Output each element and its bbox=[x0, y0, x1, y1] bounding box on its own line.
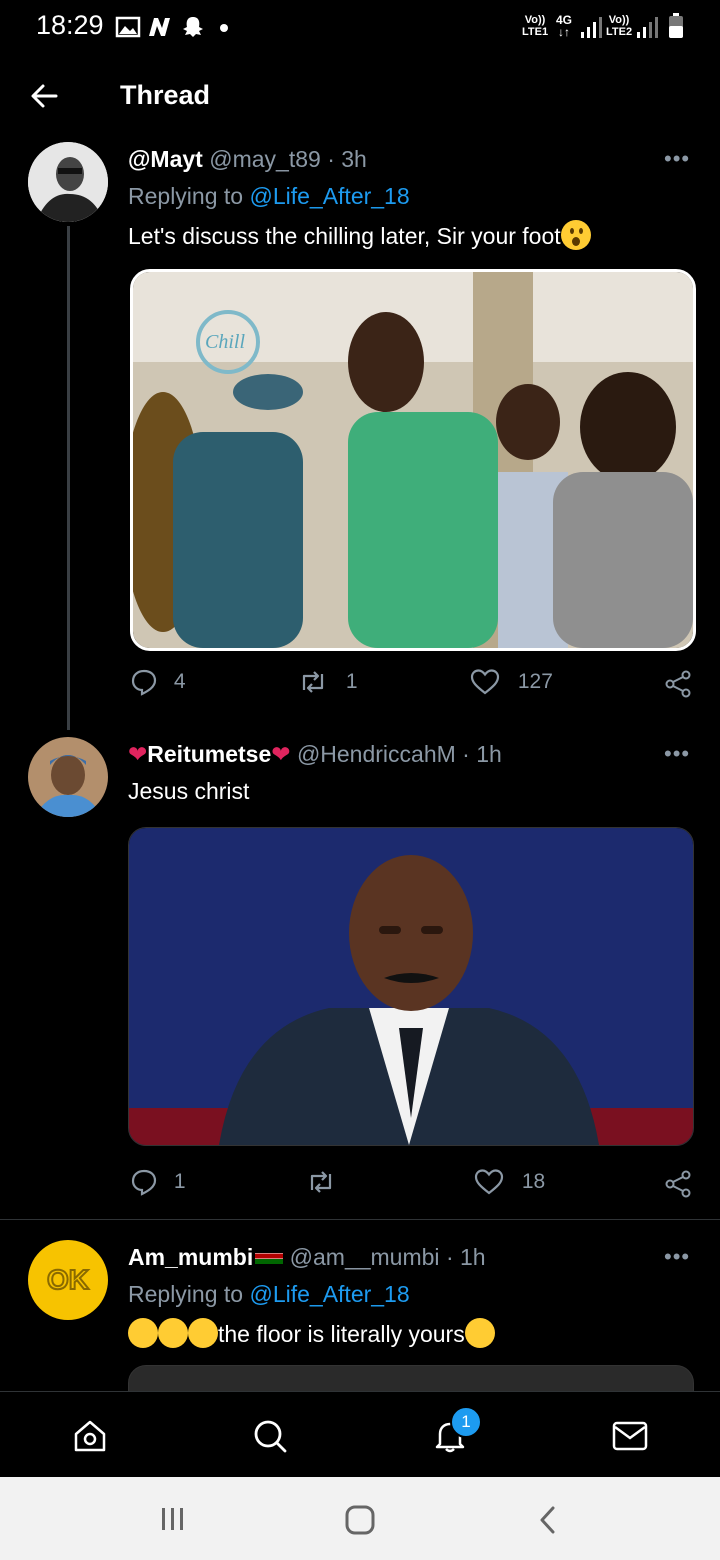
like-button[interactable]: 18 bbox=[474, 1168, 545, 1196]
n-app-icon bbox=[149, 18, 170, 36]
heart-icon bbox=[470, 669, 500, 695]
tweet-header: Am_mumbi @am__mumbi · 1h bbox=[128, 1244, 486, 1270]
reply-icon bbox=[131, 669, 157, 696]
like-button[interactable]: 127 bbox=[470, 668, 553, 696]
handle[interactable]: @HendriccahM bbox=[297, 741, 456, 767]
network-indicator: 4G ↓↑ bbox=[556, 13, 573, 39]
timestamp[interactable]: 3h bbox=[341, 146, 367, 172]
avatar[interactable]: OK bbox=[28, 1240, 108, 1320]
status-bar: 18:29 Vo)) LTE1 4G ↓↑ Vo)) LTE2 bbox=[0, 0, 720, 56]
divider bbox=[0, 1219, 720, 1220]
sim2-indicator: Vo)) LTE2 bbox=[606, 14, 633, 38]
replying-to-link[interactable]: @Life_After_18 bbox=[249, 1281, 409, 1307]
tweet-text: the floor is literally yours bbox=[128, 1318, 495, 1348]
heart-icon bbox=[474, 1169, 504, 1195]
display-name[interactable]: Am_mumbi bbox=[128, 1244, 253, 1270]
tweet-text: Let's discuss the chilling later, Sir yo… bbox=[128, 220, 591, 250]
display-name[interactable]: @Mayt bbox=[128, 146, 203, 172]
battery-icon bbox=[669, 13, 683, 38]
bottom-nav: 1 bbox=[0, 1391, 720, 1478]
back-button-icon[interactable] bbox=[536, 1505, 560, 1535]
grinning-sweat-emoji bbox=[464, 1318, 495, 1348]
tweet-header: ❤Reitumetse❤ @HendriccahM · 1h bbox=[128, 741, 502, 767]
signal-icon-2 bbox=[637, 17, 658, 38]
reply-icon bbox=[131, 1169, 157, 1196]
tweet-media-image[interactable]: Chill bbox=[130, 269, 696, 651]
replying-to: Replying to @Life_After_18 bbox=[128, 1281, 410, 1307]
retweet-button[interactable]: 1 bbox=[298, 668, 358, 696]
handle[interactable]: @may_t89 bbox=[209, 146, 321, 172]
messages-icon[interactable] bbox=[612, 1420, 648, 1452]
more-options-icon[interactable]: ••• bbox=[664, 1244, 690, 1270]
arrow-left-icon[interactable] bbox=[28, 80, 60, 112]
notification-badge: 1 bbox=[450, 1406, 482, 1438]
image-icon bbox=[115, 16, 141, 38]
timestamp[interactable]: 1h bbox=[476, 741, 502, 767]
sim1-indicator: Vo)) LTE1 bbox=[522, 14, 549, 38]
rolling-laughing-emoji bbox=[188, 1318, 218, 1348]
dot-icon bbox=[220, 24, 228, 32]
retweet-icon bbox=[302, 671, 324, 693]
red-heart-emoji: ❤ bbox=[128, 741, 148, 767]
home-icon[interactable] bbox=[72, 1418, 108, 1454]
tweet-media-image[interactable] bbox=[128, 827, 694, 1146]
replying-to: Replying to @Life_After_18 bbox=[128, 183, 410, 209]
thread-connector bbox=[67, 226, 70, 730]
red-heart-emoji: ❤ bbox=[271, 741, 291, 767]
tweet-text: Jesus christ bbox=[128, 778, 250, 804]
astonished-face-emoji bbox=[560, 220, 591, 250]
handle[interactable]: @am__mumbi bbox=[290, 1244, 440, 1270]
share-icon[interactable] bbox=[664, 670, 692, 698]
media-sign-text: Chill bbox=[205, 331, 245, 353]
signal-icon bbox=[581, 17, 602, 38]
rolling-laughing-emoji bbox=[128, 1318, 158, 1348]
share-icon[interactable] bbox=[664, 1170, 692, 1198]
system-navigation-bar bbox=[0, 1477, 720, 1560]
avatar[interactable] bbox=[28, 737, 108, 817]
reply-button[interactable]: 4 bbox=[130, 668, 186, 696]
reply-button[interactable]: 1 bbox=[130, 1168, 186, 1196]
display-name[interactable]: Reitumetse bbox=[147, 741, 271, 767]
home-button-icon[interactable] bbox=[344, 1505, 376, 1535]
more-options-icon[interactable]: ••• bbox=[664, 741, 690, 767]
page-title: Thread bbox=[120, 80, 211, 110]
timestamp[interactable]: 1h bbox=[460, 1244, 486, 1270]
status-time: 18:29 bbox=[36, 10, 104, 40]
replying-to-link[interactable]: @Life_After_18 bbox=[249, 183, 409, 209]
more-options-icon[interactable]: ••• bbox=[664, 146, 690, 172]
avatar[interactable] bbox=[28, 142, 108, 222]
snapchat-icon bbox=[183, 17, 203, 37]
recent-apps-icon[interactable] bbox=[158, 1505, 188, 1533]
kenya-flag-emoji bbox=[255, 1248, 284, 1264]
rolling-laughing-emoji bbox=[158, 1318, 188, 1348]
tweet-header: @Mayt @may_t89 · 3h bbox=[128, 146, 367, 172]
retweet-button[interactable] bbox=[306, 1168, 336, 1196]
search-icon[interactable] bbox=[252, 1418, 288, 1454]
retweet-icon bbox=[310, 1171, 332, 1193]
